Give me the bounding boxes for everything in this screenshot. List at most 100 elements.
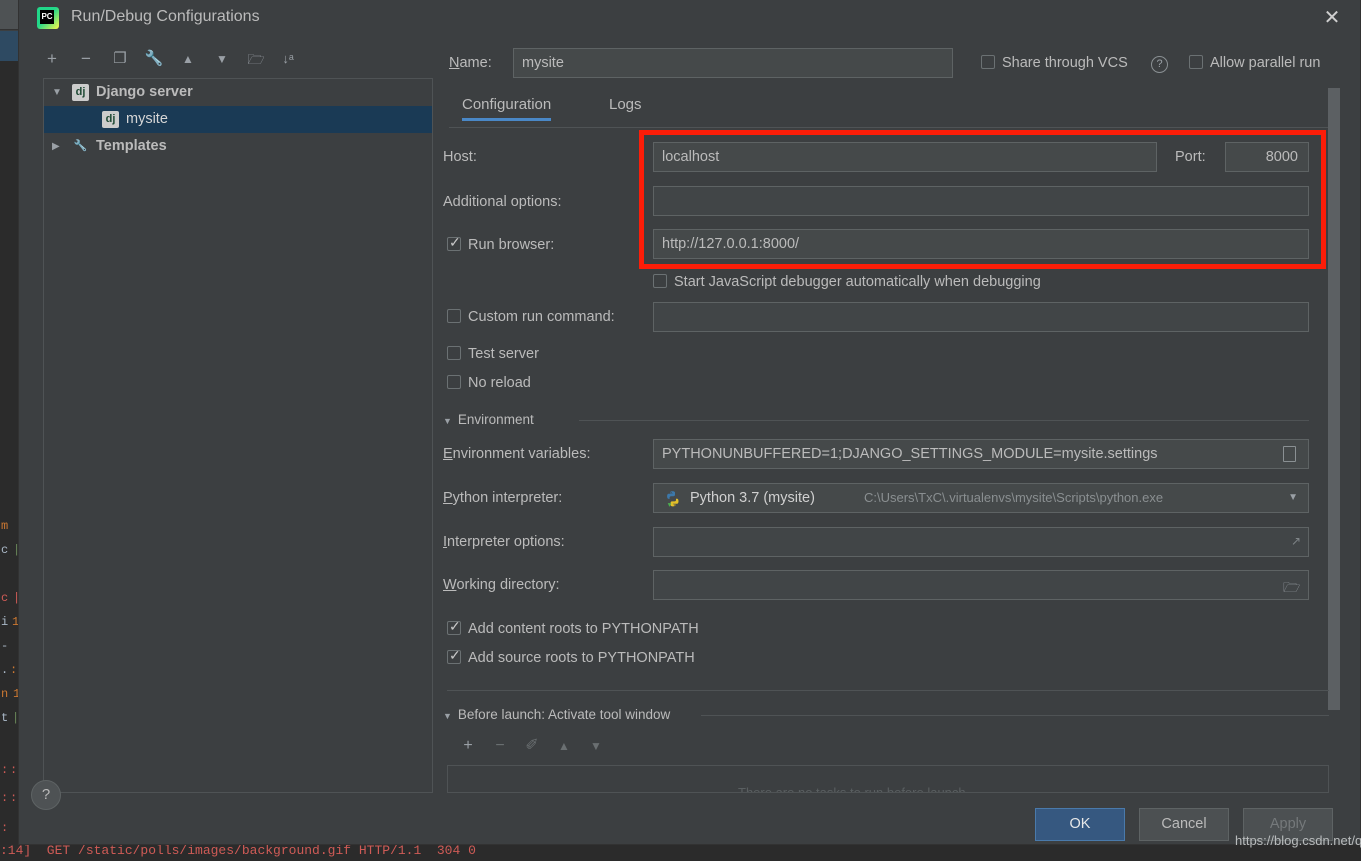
chevron-right-icon[interactable]: ▶ xyxy=(52,133,66,160)
dialog-titlebar: PC Run/Debug Configurations ✕ xyxy=(19,0,1360,38)
interpreter-options-label: Interpreter options: xyxy=(443,534,565,550)
help-button[interactable]: ? xyxy=(31,780,61,810)
custom-run-command-checkbox[interactable]: Custom run command: xyxy=(447,309,615,325)
host-input[interactable]: localhost xyxy=(653,142,1157,172)
allow-parallel-run-checkbox[interactable]: Allow parallel run xyxy=(1189,55,1320,71)
ok-button[interactable]: OK xyxy=(1035,808,1125,841)
expand-icon[interactable]: ↗ xyxy=(1291,534,1301,548)
remove-configuration-button[interactable]: − xyxy=(73,45,99,73)
before-launch-header[interactable]: ▼ Before launch: Activate tool window xyxy=(443,707,670,722)
tree-item-label: Django server xyxy=(96,84,193,100)
tree-item-templates[interactable]: ▶ 🔧 Templates xyxy=(44,133,432,160)
folder-icon[interactable]: 🗁 xyxy=(1283,577,1300,601)
share-through-vcs-label: Share through VCS xyxy=(1002,55,1128,71)
name-label: Name: xyxy=(449,55,492,71)
section-divider xyxy=(701,715,1329,716)
form-scrollbar-thumb[interactable] xyxy=(1328,88,1340,710)
before-launch-remove-button[interactable]: − xyxy=(487,733,513,759)
tab-logs[interactable]: Logs xyxy=(609,96,642,113)
chevron-down-icon[interactable]: ▼ xyxy=(1288,484,1298,512)
tab-configuration[interactable]: Configuration xyxy=(462,96,552,121)
move-down-button[interactable]: ▼ xyxy=(209,45,235,73)
copy-configuration-button[interactable]: ❐ xyxy=(107,45,133,73)
tree-item-label: Templates xyxy=(96,138,167,154)
pycharm-logo-icon: PC xyxy=(37,7,59,29)
start-js-debugger-checkbox[interactable]: Start JavaScript debugger automatically … xyxy=(653,274,1041,290)
checkbox-box xyxy=(981,55,995,69)
no-reload-label: No reload xyxy=(468,375,531,391)
add-content-roots-checkbox[interactable]: Add content roots to PYTHONPATH xyxy=(447,618,699,637)
tab-label: Logs xyxy=(609,96,642,113)
port-input[interactable]: 8000 xyxy=(1225,142,1309,172)
environment-section-header[interactable]: ▼ Environment xyxy=(443,412,534,427)
checkbox-box xyxy=(447,346,461,360)
name-input[interactable] xyxy=(513,48,953,78)
share-through-vcs-checkbox[interactable]: Share through VCS xyxy=(981,55,1128,71)
chevron-down-icon: ▼ xyxy=(443,711,452,721)
close-icon[interactable]: ✕ xyxy=(1320,7,1344,31)
form-scrollbar-track[interactable] xyxy=(1328,88,1340,710)
tree-item-mysite[interactable]: dj mysite xyxy=(44,106,432,133)
section-divider xyxy=(579,420,1309,421)
cancel-button[interactable]: Cancel xyxy=(1139,808,1229,841)
chevron-down-icon[interactable]: ▼ xyxy=(52,79,66,106)
ide-editor-area xyxy=(0,61,18,491)
configuration-tabs: Configuration Logs xyxy=(449,96,1329,128)
ide-selected-tab xyxy=(0,31,18,61)
edit-list-icon[interactable] xyxy=(1283,446,1296,462)
python-interpreter-name: Python 3.7 (mysite) xyxy=(690,490,815,506)
help-icon[interactable]: ? xyxy=(1151,56,1168,73)
checkbox-box xyxy=(447,647,461,664)
working-directory-input[interactable] xyxy=(653,570,1309,600)
sort-alphabetically-button[interactable]: ↓ᵃ xyxy=(275,45,301,73)
test-server-label: Test server xyxy=(468,346,539,362)
edit-defaults-button[interactable]: 🔧 xyxy=(141,45,167,73)
before-launch-add-button[interactable]: + xyxy=(455,733,481,759)
checkbox-box xyxy=(1189,55,1203,69)
allow-parallel-run-label: Allow parallel run xyxy=(1210,55,1321,71)
python-venv-icon xyxy=(667,491,679,507)
working-directory-label: Working directory: xyxy=(443,577,560,593)
wrench-icon: 🔧 xyxy=(73,140,88,152)
no-reload-checkbox[interactable]: No reload xyxy=(447,375,531,391)
before-launch-label: Before launch: Activate tool window xyxy=(457,707,671,722)
before-launch-up-button[interactable]: ▲ xyxy=(551,733,577,759)
run-browser-label: Run browser: xyxy=(468,237,555,253)
watermark: https://blog.csdn.net/qq_42336547 xyxy=(1235,833,1361,848)
before-launch-task-list[interactable]: There are no tasks to run before launch xyxy=(447,765,1329,793)
ide-console-area: m c | c | i 1 - . : n 1 t | : : : : : xyxy=(0,491,20,861)
run-browser-url-input[interactable]: http://127.0.0.1:8000/ xyxy=(653,229,1309,259)
tree-item-label: mysite xyxy=(126,111,168,127)
add-source-roots-checkbox[interactable]: Add source roots to PYTHONPATH xyxy=(447,647,695,666)
dialog-title: Run/Debug Configurations xyxy=(71,8,260,25)
checkbox-box xyxy=(447,309,461,323)
chevron-down-icon: ▼ xyxy=(443,416,452,426)
python-interpreter-path: C:\Users\TxC\.virtualenvs\mysite\Scripts… xyxy=(864,490,1164,505)
django-icon: dj xyxy=(102,111,119,128)
run-browser-checkbox[interactable]: Run browser: xyxy=(447,234,555,253)
custom-run-command-label: Custom run command: xyxy=(468,309,615,325)
start-js-debugger-label: Start JavaScript debugger automatically … xyxy=(674,274,1041,290)
environment-section-label: Environment xyxy=(457,412,534,427)
add-source-roots-label: Add source roots to PYTHONPATH xyxy=(468,650,695,666)
configurations-tree[interactable]: ▼ dj Django server dj mysite ▶ 🔧 Templat… xyxy=(43,78,433,793)
custom-run-command-input[interactable] xyxy=(653,302,1309,332)
add-content-roots-label: Add content roots to PYTHONPATH xyxy=(468,621,699,637)
run-debug-configurations-dialog: PC Run/Debug Configurations ✕ + − ❐ 🔧 ▲ … xyxy=(18,0,1361,845)
before-launch-down-button[interactable]: ▼ xyxy=(583,733,609,759)
add-configuration-button[interactable]: + xyxy=(39,45,65,73)
move-up-button[interactable]: ▲ xyxy=(175,45,201,73)
tab-label: Configuration xyxy=(462,96,552,113)
test-server-checkbox[interactable]: Test server xyxy=(447,346,539,362)
checkbox-box xyxy=(653,274,667,288)
additional-options-input[interactable] xyxy=(653,186,1309,216)
python-interpreter-combo[interactable]: Python 3.7 (mysite) C:\Users\TxC\.virtua… xyxy=(653,483,1309,513)
environment-variables-input[interactable]: PYTHONUNBUFFERED=1;DJANGO_SETTINGS_MODUL… xyxy=(653,439,1309,469)
interpreter-options-input[interactable] xyxy=(653,527,1309,557)
before-launch-edit-button[interactable]: ✐ xyxy=(519,733,545,759)
tree-item-django-server[interactable]: ▼ dj Django server xyxy=(44,79,432,106)
new-folder-button[interactable]: 🗁 xyxy=(243,45,269,73)
python-interpreter-label: Python interpreter: xyxy=(443,490,563,506)
additional-options-label: Additional options: xyxy=(443,194,562,210)
checkbox-box xyxy=(447,375,461,389)
